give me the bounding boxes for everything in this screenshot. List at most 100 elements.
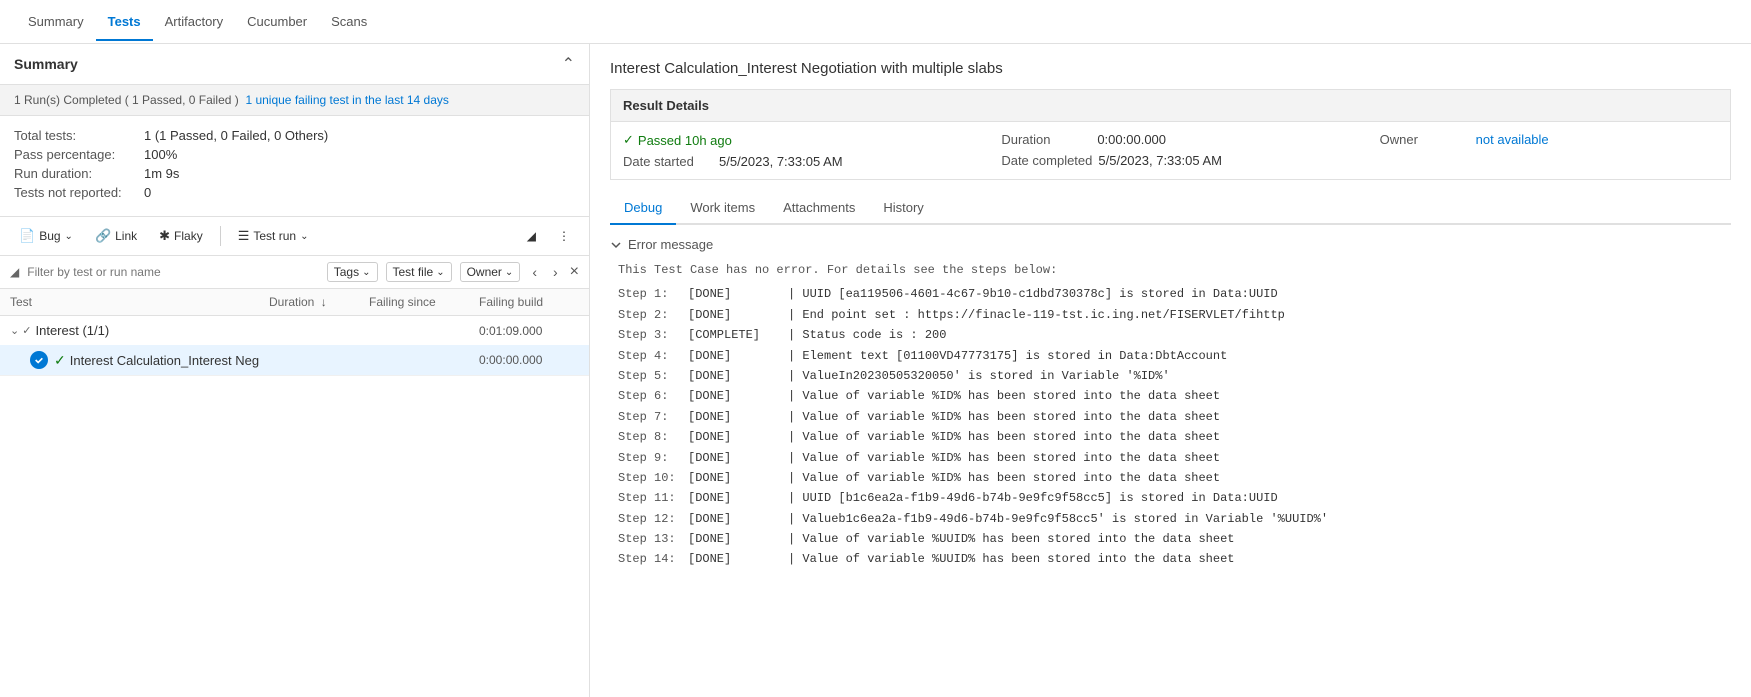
nav-artifactory[interactable]: Artifactory	[153, 2, 236, 41]
filter-icon-button[interactable]: ◢	[518, 224, 545, 248]
chevron-down-icon	[610, 239, 622, 251]
flaky-button[interactable]: ✱ Flaky	[150, 223, 212, 249]
steps-list: Step 1:[DONE] | UUID [ea119506-4601-4c67…	[618, 284, 1731, 569]
tab-work-items[interactable]: Work items	[676, 192, 769, 225]
step-status: [DONE]	[688, 448, 788, 468]
runs-completed-text: 1 Run(s) Completed ( 1 Passed, 0 Failed …	[14, 93, 239, 107]
sort-icon: ↓	[321, 295, 327, 309]
test-run-chevron-icon: ⌄	[300, 231, 308, 242]
step-status: [DONE]	[688, 509, 788, 529]
nav-summary[interactable]: Summary	[16, 2, 96, 41]
next-button[interactable]: ›	[549, 262, 562, 282]
owner-dropdown[interactable]: Owner ⌄	[460, 262, 521, 282]
stat-value-not-reported: 0	[144, 185, 151, 200]
tab-history[interactable]: History	[869, 192, 937, 225]
left-panel: Summary ⌃ 1 Run(s) Completed ( 1 Passed,…	[0, 44, 590, 697]
steps-container: This Test Case has no error. For details…	[610, 260, 1731, 570]
tags-dropdown[interactable]: Tags ⌄	[327, 262, 378, 282]
step-line: Step 13:[DONE] | Value of variable %UUID…	[618, 529, 1731, 549]
step-desc: | Element text [01100VD47773175] is stor…	[788, 346, 1227, 366]
test-row[interactable]: ✓ Interest Calculation_Interest Neg 0:00…	[0, 345, 589, 375]
stat-label-pass: Pass percentage:	[14, 147, 144, 162]
stat-value-pass: 100%	[144, 147, 177, 162]
nav-tests[interactable]: Tests	[96, 2, 153, 41]
bug-button[interactable]: 📄 Bug ⌄	[10, 223, 82, 249]
more-options-button[interactable]: ⋮	[549, 224, 579, 248]
step-num: Step 3:	[618, 325, 688, 345]
filter-bar: ◢ Tags ⌄ Test file ⌄ Owner ⌄ ‹ › ×	[0, 256, 589, 289]
error-section: Error message This Test Case has no erro…	[610, 237, 1731, 570]
check-icon	[34, 355, 44, 365]
step-num: Step 5:	[618, 366, 688, 386]
step-status: [DONE]	[688, 386, 788, 406]
step-desc: | Value of variable %UUID% has been stor…	[788, 549, 1234, 569]
check-label-icon: ✓	[54, 352, 66, 369]
test-group-row[interactable]: ⌄ ✓ Interest (1/1) 0:01:09.000	[0, 316, 589, 345]
search-input[interactable]	[27, 265, 319, 279]
step-num: Step 7:	[618, 407, 688, 427]
step-num: Step 12:	[618, 509, 688, 529]
bug-icon: 📄	[19, 228, 35, 244]
date-started-row: Date started 5/5/2023, 7:33:05 AM	[623, 154, 961, 169]
tab-attachments[interactable]: Attachments	[769, 192, 869, 225]
step-num: Step 14:	[618, 549, 688, 569]
step-desc: | UUID [ea119506-4601-4c67-9b10-c1dbd730…	[788, 284, 1278, 304]
test-duration-label: 0:00:00.000	[479, 353, 579, 367]
step-desc: | Value of variable %ID% has been stored…	[788, 427, 1220, 447]
stat-label-total: Total tests:	[14, 128, 144, 143]
stat-label-duration: Run duration:	[14, 166, 144, 181]
status-circle	[30, 351, 48, 369]
step-line: Step 2:[DONE] | End point set : https://…	[618, 305, 1731, 325]
clear-filter-button[interactable]: ×	[570, 263, 579, 281]
passed-badge: ✓ Passed 10h ago	[623, 132, 732, 148]
col-header-test: Test	[10, 295, 269, 309]
collapse-button[interactable]: ⌃	[562, 54, 575, 74]
stat-row-pass: Pass percentage: 100%	[14, 147, 575, 162]
top-nav: Summary Tests Artifactory Cucumber Scans	[0, 0, 1751, 44]
col-header-failing-since: Failing since	[369, 295, 479, 309]
step-line: Step 4:[DONE] | Element text [01100VD477…	[618, 346, 1731, 366]
step-status: [DONE]	[688, 346, 788, 366]
failing-test-link[interactable]: 1 unique failing test in the last 14 day…	[245, 93, 448, 107]
test-file-label: Test file	[393, 265, 434, 279]
summary-title: Summary	[14, 56, 78, 72]
owner-row: Owner not available	[1380, 132, 1718, 147]
link-button[interactable]: 🔗 Link	[86, 223, 146, 249]
tab-debug[interactable]: Debug	[610, 192, 676, 225]
step-desc: | Value of variable %ID% has been stored…	[788, 448, 1220, 468]
error-toggle[interactable]: Error message	[610, 237, 1731, 252]
test-run-button[interactable]: ☰ Test run ⌄	[229, 223, 318, 249]
step-line: Step 10:[DONE] | Value of variable %ID% …	[618, 468, 1731, 488]
owner-meta-value: not available	[1476, 132, 1549, 147]
flaky-icon: ✱	[159, 228, 170, 244]
summary-header: Summary ⌃	[0, 44, 589, 85]
col-header-failing-build: Failing build	[479, 295, 579, 309]
right-panel: Interest Calculation_Interest Negotiatio…	[590, 44, 1751, 697]
step-status: [COMPLETE]	[688, 325, 788, 345]
test-name-label: Interest Calculation_Interest Neg	[70, 353, 479, 368]
step-line: Step 3:[COMPLETE] | Status code is : 200	[618, 325, 1731, 345]
nav-scans[interactable]: Scans	[319, 2, 379, 41]
duration-row: Duration 0:00:00.000	[1001, 132, 1339, 147]
test-group: ⌄ ✓ Interest (1/1) 0:01:09.000 ✓ Interes…	[0, 316, 589, 376]
bug-label: Bug	[39, 229, 60, 243]
group-name: Interest (1/1)	[36, 323, 480, 338]
date-completed-value: 5/5/2023, 7:33:05 AM	[1098, 153, 1222, 168]
group-duration: 0:01:09.000	[479, 324, 579, 338]
step-num: Step 6:	[618, 386, 688, 406]
step-line: Step 11:[DONE] | UUID [b1c6ea2a-f1b9-49d…	[618, 488, 1731, 508]
nav-cucumber[interactable]: Cucumber	[235, 2, 319, 41]
step-line: Step 12:[DONE] | Valueb1c6ea2a-f1b9-49d6…	[618, 509, 1731, 529]
step-num: Step 11:	[618, 488, 688, 508]
stat-row-duration: Run duration: 1m 9s	[14, 166, 575, 181]
steps-header: This Test Case has no error. For details…	[618, 260, 1731, 280]
test-list: Test Duration ↓ Failing since Failing bu…	[0, 289, 589, 697]
test-file-dropdown[interactable]: Test file ⌄	[386, 262, 452, 282]
toolbar: 📄 Bug ⌄ 🔗 Link ✱ Flaky ☰ Test run ⌄ ◢	[0, 217, 589, 256]
ellipsis-icon: ⋮	[558, 229, 570, 243]
link-label: Link	[115, 229, 137, 243]
step-num: Step 9:	[618, 448, 688, 468]
step-num: Step 13:	[618, 529, 688, 549]
tags-label: Tags	[334, 265, 359, 279]
prev-button[interactable]: ‹	[528, 262, 541, 282]
